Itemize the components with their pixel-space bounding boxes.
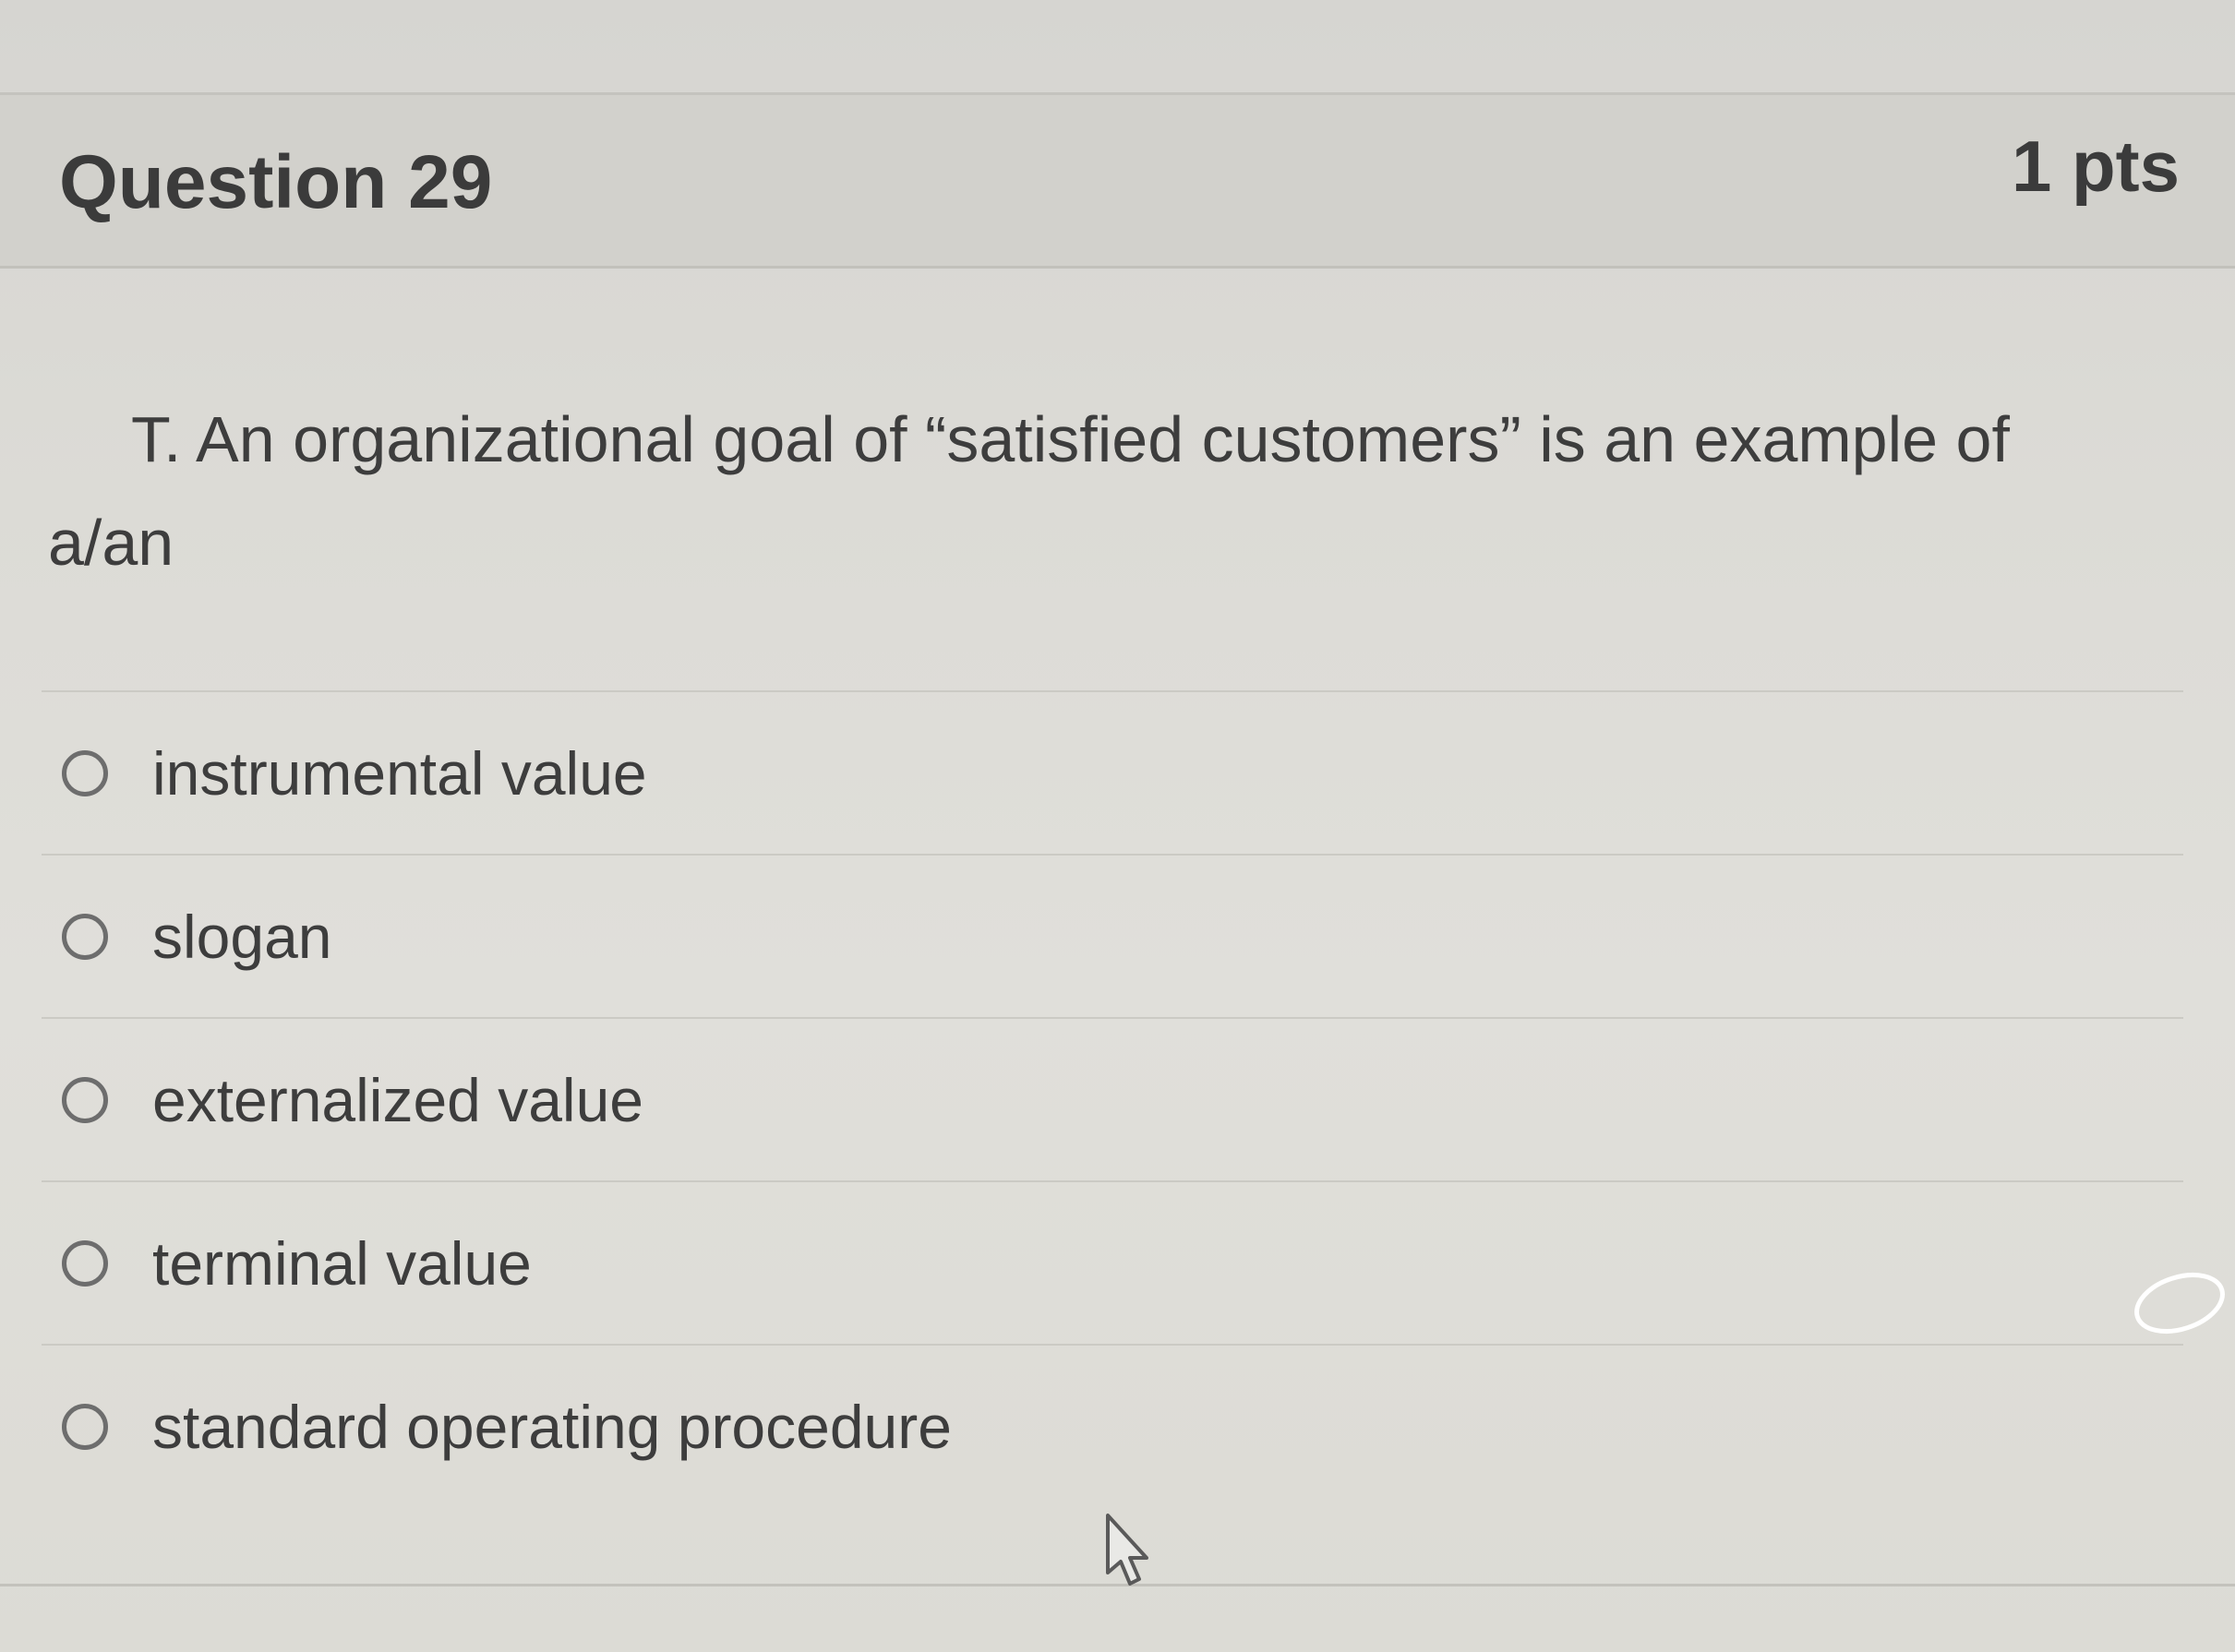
question-header: Question 29 1 pts — [0, 95, 2235, 269]
answer-label: standard operating procedure — [152, 1392, 952, 1461]
answer-option-externalized-value[interactable]: externalized value — [42, 1019, 2183, 1182]
answer-option-terminal-value[interactable]: terminal value — [42, 1182, 2183, 1346]
radio-button[interactable] — [62, 1239, 108, 1287]
radio-button[interactable] — [62, 1076, 108, 1123]
answer-label: externalized value — [152, 1065, 643, 1134]
answer-option-standard-operating-procedure[interactable]: standard operating procedure — [42, 1346, 2183, 1507]
answer-list: instrumental value slogan externalized v… — [42, 690, 2183, 1507]
question-text: T. An organizational goal of “satisfied … — [48, 403, 2010, 579]
question-title: Question 29 — [59, 140, 493, 224]
answer-label: slogan — [152, 902, 332, 971]
radio-button[interactable] — [62, 1403, 108, 1450]
question-points: 1 pts — [2011, 126, 2180, 207]
radio-button[interactable] — [62, 749, 108, 796]
answer-label: terminal value — [152, 1228, 532, 1298]
answer-option-slogan[interactable]: slogan — [42, 856, 2183, 1019]
quiz-page: Question 29 1 pts T. An organizational g… — [0, 0, 2235, 1652]
stray-radio-outline — [2134, 1273, 2225, 1334]
mouse-pointer-icon — [1106, 1514, 1148, 1586]
radio-button[interactable] — [62, 913, 108, 960]
answer-option-instrumental-value[interactable]: instrumental value — [42, 692, 2183, 856]
answer-label: instrumental value — [152, 738, 647, 808]
